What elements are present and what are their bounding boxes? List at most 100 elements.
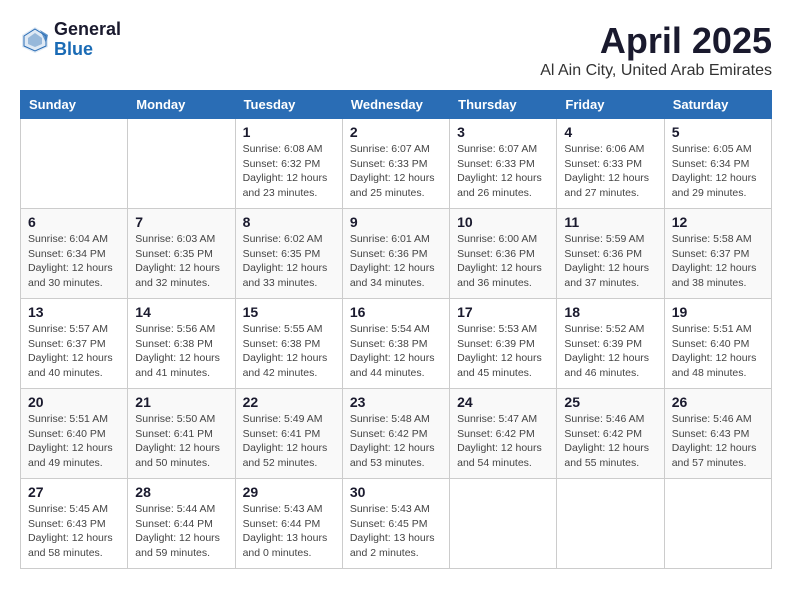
day-info: Sunrise: 6:02 AM Sunset: 6:35 PM Dayligh… bbox=[243, 232, 335, 291]
day-number: 10 bbox=[457, 214, 549, 230]
day-info: Sunrise: 6:00 AM Sunset: 6:36 PM Dayligh… bbox=[457, 232, 549, 291]
day-info: Sunrise: 5:57 AM Sunset: 6:37 PM Dayligh… bbox=[28, 322, 120, 381]
title-block: April 2025 Al Ain City, United Arab Emir… bbox=[540, 20, 772, 80]
logo-icon bbox=[20, 25, 50, 55]
day-number: 28 bbox=[135, 484, 227, 500]
day-number: 16 bbox=[350, 304, 442, 320]
location-title: Al Ain City, United Arab Emirates bbox=[540, 62, 772, 80]
day-number: 5 bbox=[672, 124, 764, 140]
weekday-header-row: SundayMondayTuesdayWednesdayThursdayFrid… bbox=[21, 91, 772, 119]
calendar-cell: 29Sunrise: 5:43 AM Sunset: 6:44 PM Dayli… bbox=[235, 479, 342, 569]
calendar-cell: 14 Sunrise: 5:56 AM Sunset: 6:38 PM Dayli… bbox=[128, 299, 235, 389]
calendar-week-row: 20 Sunrise: 5:51 AM Sunset: 6:40 PM Dayli… bbox=[21, 389, 772, 479]
weekday-header: Tuesday bbox=[235, 91, 342, 119]
calendar-cell: 27 Sunrise: 5:45 AM Sunset: 6:43 PM Dayli… bbox=[21, 479, 128, 569]
calendar-cell bbox=[21, 119, 128, 209]
day-number: 14 bbox=[135, 304, 227, 320]
day-number: 6 bbox=[28, 214, 120, 230]
calendar-week-row: 6 Sunrise: 6:04 AM Sunset: 6:34 PM Daylig… bbox=[21, 209, 772, 299]
day-info: Sunrise: 5:55 AM Sunset: 6:38 PM Dayligh… bbox=[243, 322, 335, 381]
day-info: Sunrise: 5:58 AM Sunset: 6:37 PM Dayligh… bbox=[672, 232, 764, 291]
calendar-cell: 11 Sunrise: 5:59 AM Sunset: 6:36 PM Dayli… bbox=[557, 209, 664, 299]
calendar-cell bbox=[557, 479, 664, 569]
logo-general: General bbox=[54, 20, 121, 40]
calendar-cell: 13 Sunrise: 5:57 AM Sunset: 6:37 PM Dayli… bbox=[21, 299, 128, 389]
calendar-cell: 12 Sunrise: 5:58 AM Sunset: 6:37 PM Dayli… bbox=[664, 209, 771, 299]
calendar-cell: 20 Sunrise: 5:51 AM Sunset: 6:40 PM Dayli… bbox=[21, 389, 128, 479]
day-info: Sunrise: 5:50 AM Sunset: 6:41 PM Dayligh… bbox=[135, 412, 227, 471]
day-info: Sunrise: 5:54 AM Sunset: 6:38 PM Dayligh… bbox=[350, 322, 442, 381]
day-info: Sunrise: 5:56 AM Sunset: 6:38 PM Dayligh… bbox=[135, 322, 227, 381]
day-number: 9 bbox=[350, 214, 442, 230]
calendar-cell: 4 Sunrise: 6:06 AM Sunset: 6:33 PM Daylig… bbox=[557, 119, 664, 209]
calendar-cell: 30 Sunrise: 5:43 AM Sunset: 6:45 PM Dayli… bbox=[342, 479, 449, 569]
day-number: 22 bbox=[243, 394, 335, 410]
calendar-cell: 10 Sunrise: 6:00 AM Sunset: 6:36 PM Dayli… bbox=[450, 209, 557, 299]
calendar-cell: 21 Sunrise: 5:50 AM Sunset: 6:41 PM Dayli… bbox=[128, 389, 235, 479]
day-number: 12 bbox=[672, 214, 764, 230]
day-info: Sunrise: 6:01 AM Sunset: 6:36 PM Dayligh… bbox=[350, 232, 442, 291]
day-info: Sunrise: 5:53 AM Sunset: 6:39 PM Dayligh… bbox=[457, 322, 549, 381]
month-title: April 2025 bbox=[540, 20, 772, 62]
calendar-cell: 5 Sunrise: 6:05 AM Sunset: 6:34 PM Daylig… bbox=[664, 119, 771, 209]
day-number: 21 bbox=[135, 394, 227, 410]
calendar-cell: 22 Sunrise: 5:49 AM Sunset: 6:41 PM Dayli… bbox=[235, 389, 342, 479]
day-number: 17 bbox=[457, 304, 549, 320]
calendar-cell: 3Sunrise: 6:07 AM Sunset: 6:33 PM Daylig… bbox=[450, 119, 557, 209]
logo-blue: Blue bbox=[54, 40, 121, 60]
weekday-header: Thursday bbox=[450, 91, 557, 119]
calendar-table: SundayMondayTuesdayWednesdayThursdayFrid… bbox=[20, 90, 772, 569]
day-number: 13 bbox=[28, 304, 120, 320]
day-number: 23 bbox=[350, 394, 442, 410]
day-info: Sunrise: 5:59 AM Sunset: 6:36 PM Dayligh… bbox=[564, 232, 656, 291]
day-info: Sunrise: 5:47 AM Sunset: 6:42 PM Dayligh… bbox=[457, 412, 549, 471]
calendar-cell: 15 Sunrise: 5:55 AM Sunset: 6:38 PM Dayli… bbox=[235, 299, 342, 389]
day-number: 1 bbox=[243, 124, 335, 140]
day-info: Sunrise: 5:43 AM Sunset: 6:45 PM Dayligh… bbox=[350, 502, 442, 561]
day-info: Sunrise: 6:05 AM Sunset: 6:34 PM Dayligh… bbox=[672, 142, 764, 201]
calendar-cell: 26Sunrise: 5:46 AM Sunset: 6:43 PM Dayli… bbox=[664, 389, 771, 479]
day-number: 24 bbox=[457, 394, 549, 410]
logo-text: General Blue bbox=[54, 20, 121, 60]
day-info: Sunrise: 5:49 AM Sunset: 6:41 PM Dayligh… bbox=[243, 412, 335, 471]
day-number: 27 bbox=[28, 484, 120, 500]
day-number: 7 bbox=[135, 214, 227, 230]
calendar-cell bbox=[128, 119, 235, 209]
day-info: Sunrise: 6:07 AM Sunset: 6:33 PM Dayligh… bbox=[457, 142, 549, 201]
day-number: 11 bbox=[564, 214, 656, 230]
day-info: Sunrise: 6:06 AM Sunset: 6:33 PM Dayligh… bbox=[564, 142, 656, 201]
calendar-cell: 19 Sunrise: 5:51 AM Sunset: 6:40 PM Dayli… bbox=[664, 299, 771, 389]
calendar-cell: 28Sunrise: 5:44 AM Sunset: 6:44 PM Dayli… bbox=[128, 479, 235, 569]
day-number: 18 bbox=[564, 304, 656, 320]
day-number: 29 bbox=[243, 484, 335, 500]
day-info: Sunrise: 6:03 AM Sunset: 6:35 PM Dayligh… bbox=[135, 232, 227, 291]
day-info: Sunrise: 6:04 AM Sunset: 6:34 PM Dayligh… bbox=[28, 232, 120, 291]
day-info: Sunrise: 6:07 AM Sunset: 6:33 PM Dayligh… bbox=[350, 142, 442, 201]
day-number: 15 bbox=[243, 304, 335, 320]
page-header: General Blue April 2025 Al Ain City, Uni… bbox=[20, 20, 772, 80]
calendar-cell bbox=[450, 479, 557, 569]
weekday-header: Wednesday bbox=[342, 91, 449, 119]
day-number: 19 bbox=[672, 304, 764, 320]
calendar-cell: 18 Sunrise: 5:52 AM Sunset: 6:39 PM Dayli… bbox=[557, 299, 664, 389]
calendar-week-row: 13 Sunrise: 5:57 AM Sunset: 6:37 PM Dayli… bbox=[21, 299, 772, 389]
day-info: Sunrise: 5:52 AM Sunset: 6:39 PM Dayligh… bbox=[564, 322, 656, 381]
weekday-header: Monday bbox=[128, 91, 235, 119]
day-info: Sunrise: 5:51 AM Sunset: 6:40 PM Dayligh… bbox=[28, 412, 120, 471]
calendar-cell: 17 Sunrise: 5:53 AM Sunset: 6:39 PM Dayli… bbox=[450, 299, 557, 389]
calendar-cell: 1 Sunrise: 6:08 AM Sunset: 6:32 PM Daylig… bbox=[235, 119, 342, 209]
day-number: 25 bbox=[564, 394, 656, 410]
day-info: Sunrise: 5:48 AM Sunset: 6:42 PM Dayligh… bbox=[350, 412, 442, 471]
day-info: Sunrise: 5:45 AM Sunset: 6:43 PM Dayligh… bbox=[28, 502, 120, 561]
calendar-cell: 9 Sunrise: 6:01 AM Sunset: 6:36 PM Daylig… bbox=[342, 209, 449, 299]
day-number: 30 bbox=[350, 484, 442, 500]
calendar-cell: 16 Sunrise: 5:54 AM Sunset: 6:38 PM Dayli… bbox=[342, 299, 449, 389]
weekday-header: Saturday bbox=[664, 91, 771, 119]
day-info: Sunrise: 6:08 AM Sunset: 6:32 PM Dayligh… bbox=[243, 142, 335, 201]
weekday-header: Friday bbox=[557, 91, 664, 119]
day-info: Sunrise: 5:51 AM Sunset: 6:40 PM Dayligh… bbox=[672, 322, 764, 381]
day-number: 20 bbox=[28, 394, 120, 410]
calendar-cell: 8Sunrise: 6:02 AM Sunset: 6:35 PM Daylig… bbox=[235, 209, 342, 299]
calendar-cell: 6 Sunrise: 6:04 AM Sunset: 6:34 PM Daylig… bbox=[21, 209, 128, 299]
day-number: 4 bbox=[564, 124, 656, 140]
